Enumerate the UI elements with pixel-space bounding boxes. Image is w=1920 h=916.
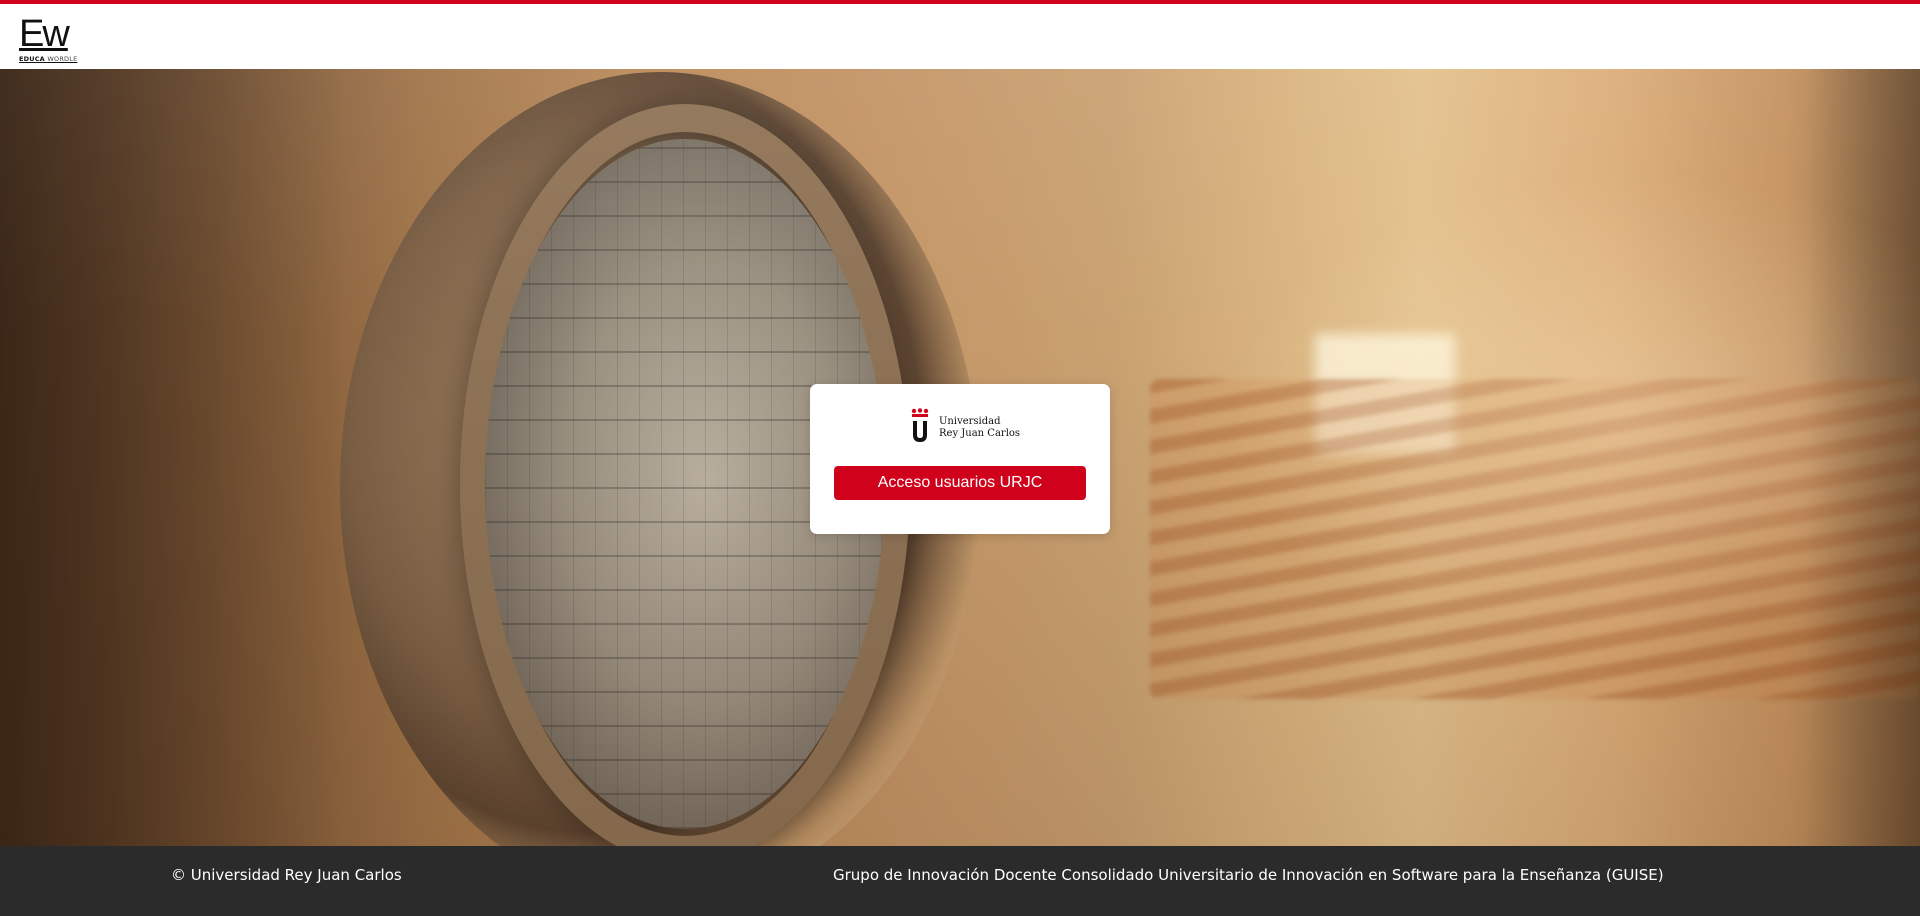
footer-group-name: Grupo de Innovación Docente Consolidado … xyxy=(833,866,1664,884)
page-footer: © Universidad Rey Juan Carlos Grupo de I… xyxy=(0,846,1920,916)
urjc-logo: Universidad Rey Juan Carlos xyxy=(909,406,1020,446)
urjc-login-button[interactable]: Acceso usuarios URJC xyxy=(834,466,1086,500)
footer-copyright: © Universidad Rey Juan Carlos xyxy=(171,866,402,884)
logo-sub-light: WORDLE xyxy=(47,55,78,63)
logo-subtitle: EDUCA WORDLE xyxy=(19,55,81,63)
urjc-name-line1: Universidad xyxy=(939,416,1001,427)
educa-wordle-logo[interactable]: Ew EDUCA WORDLE xyxy=(19,14,81,64)
hero-background: Universidad Rey Juan Carlos Acceso usuar… xyxy=(0,69,1920,846)
urjc-name: Universidad Rey Juan Carlos xyxy=(939,416,1020,440)
urjc-name-line2: Rey Juan Carlos xyxy=(939,428,1021,439)
urjc-crown-u-icon xyxy=(911,408,929,442)
logo-mark: Ew xyxy=(19,13,70,55)
top-header: Ew EDUCA WORDLE xyxy=(0,4,1920,69)
login-card: Universidad Rey Juan Carlos Acceso usuar… xyxy=(810,384,1110,534)
logo-sub-bold: EDUCA xyxy=(19,55,45,63)
